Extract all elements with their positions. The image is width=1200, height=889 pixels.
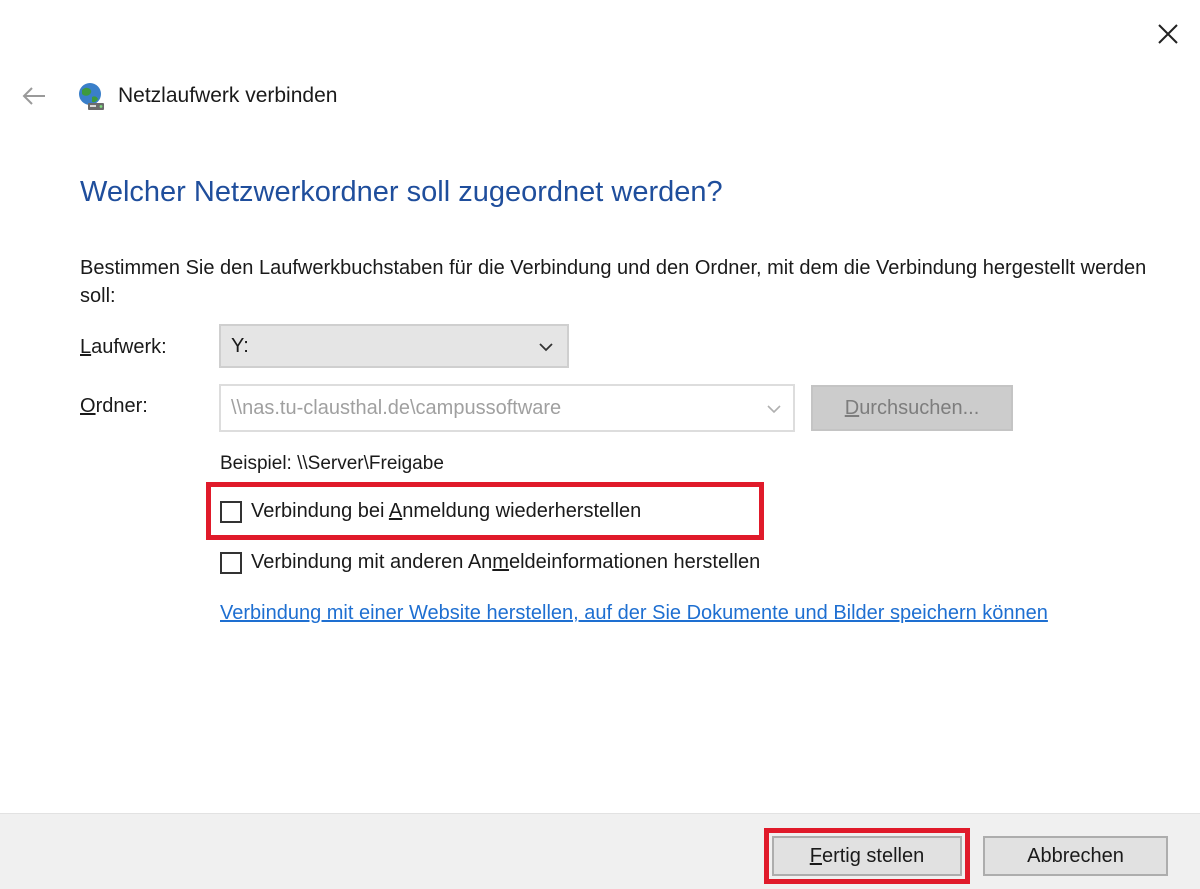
browse-button[interactable]: Durchsuchen... [811,385,1013,431]
folder-path-combobox[interactable]: \\nas.tu-clausthal.de\campussoftware [219,384,795,432]
network-drive-icon [76,81,108,113]
reconnect-at-signin-checkbox[interactable]: Verbindung bei Anmeldung wiederherstelle… [220,500,641,523]
checkbox-label: Verbindung bei Anmeldung wiederherstelle… [251,500,642,522]
drive-letter-value: Y: [231,335,249,357]
different-credentials-checkbox[interactable]: Verbindung mit anderen Anmeldeinformatio… [220,551,760,574]
website-connect-link[interactable]: Verbindung mit einer Website herstellen,… [220,598,1120,628]
chevron-down-icon [539,343,553,352]
window-title: Netzlaufwerk verbinden [118,84,338,107]
folder-label: Ordner: [80,395,148,417]
page-heading: Welcher Netzwerkordner soll zugeordnet w… [80,176,723,208]
checkbox-label: Verbindung mit anderen Anmeldeinformatio… [251,551,761,573]
drive-label: Laufwerk: [80,336,167,358]
folder-path-value: \\nas.tu-clausthal.de\campussoftware [231,397,562,419]
finish-button[interactable]: Fertig stellen [772,836,962,876]
close-icon [1158,24,1178,44]
dialog-footer: Fertig stellen Abbrechen [0,813,1200,889]
chevron-down-icon [767,405,781,414]
drive-letter-select[interactable]: Y: [219,324,569,368]
example-hint: Beispiel: \\Server\Freigabe [220,453,444,474]
back-arrow-icon [22,87,45,105]
close-button[interactable] [1148,14,1188,54]
checkbox-box[interactable] [220,500,242,523]
cancel-button[interactable]: Abbrechen [983,836,1168,876]
checkbox-box[interactable] [220,551,242,574]
back-button[interactable] [14,78,54,114]
instructions-text: Bestimmen Sie den Laufwerkbuchstaben für… [80,257,1147,307]
